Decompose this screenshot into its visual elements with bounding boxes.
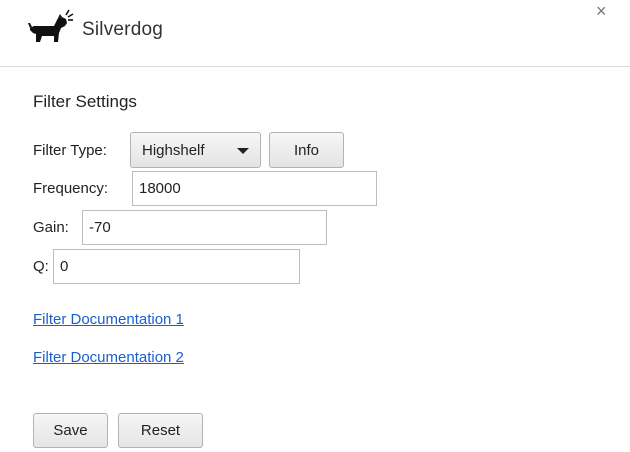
header: Silverdog × bbox=[0, 0, 630, 67]
dog-logo-icon bbox=[28, 9, 74, 42]
gain-label: Gain: bbox=[33, 219, 69, 236]
frequency-label: Frequency: bbox=[33, 180, 109, 197]
filter-documentation-2-link[interactable]: Filter Documentation 2 bbox=[33, 349, 184, 366]
popup-window: Silverdog × Filter Settings Filter Type:… bbox=[0, 0, 630, 452]
filter-type-label: Filter Type: bbox=[33, 142, 107, 159]
filter-documentation-1-link[interactable]: Filter Documentation 1 bbox=[33, 311, 184, 328]
section-title: Filter Settings bbox=[33, 92, 137, 111]
filter-type-value: Highshelf bbox=[142, 141, 205, 159]
filter-type-select[interactable]: Highshelf bbox=[130, 132, 261, 168]
save-button[interactable]: Save bbox=[33, 413, 108, 448]
q-input[interactable] bbox=[53, 249, 300, 284]
gain-input[interactable] bbox=[82, 210, 327, 245]
info-button[interactable]: Info bbox=[269, 132, 344, 168]
reset-button[interactable]: Reset bbox=[118, 413, 203, 448]
frequency-input[interactable] bbox=[132, 171, 377, 206]
app-title: Silverdog bbox=[82, 19, 164, 40]
q-label: Q: bbox=[33, 258, 49, 275]
caret-down-icon bbox=[237, 148, 249, 154]
close-icon[interactable]: × bbox=[596, 2, 607, 20]
